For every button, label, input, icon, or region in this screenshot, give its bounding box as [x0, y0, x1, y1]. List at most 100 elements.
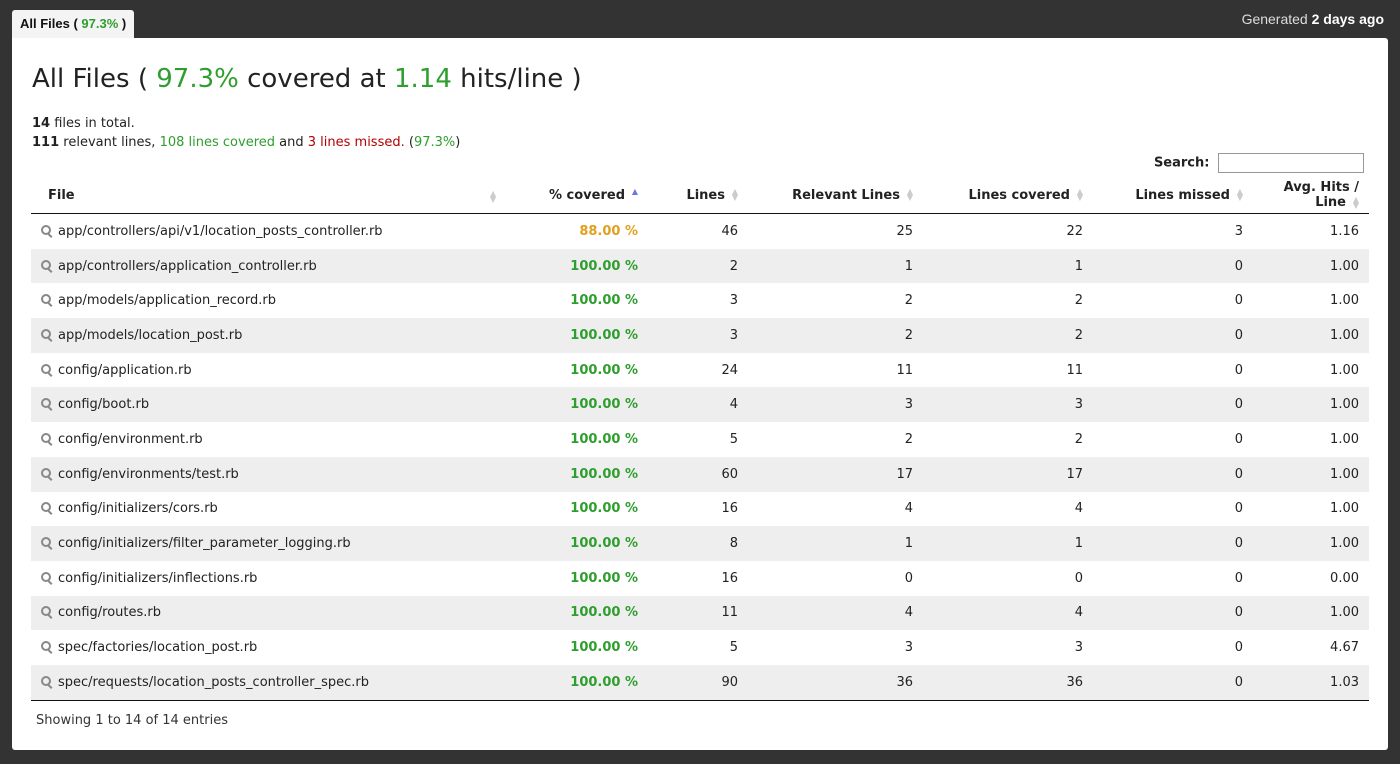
magnifier-icon[interactable]: [41, 363, 52, 375]
magnifier-icon[interactable]: [41, 467, 52, 479]
tab-all-files[interactable]: All Files ( 97.3% ): [12, 10, 135, 38]
files-text: files in total.: [54, 116, 135, 131]
magnifier-icon[interactable]: [41, 606, 52, 617]
file-link[interactable]: app/controllers/application_controller.r…: [58, 259, 317, 274]
table-row: app/models/application_record.rb 100.00 …: [31, 283, 1369, 318]
file-link[interactable]: config/boot.rb: [58, 397, 149, 412]
table-row: config/initializers/inflections.rb 100.0…: [31, 561, 1369, 596]
magnifier-icon[interactable]: [41, 502, 52, 513]
lines-cell: 4: [729, 397, 738, 413]
lines-cell: 24: [721, 362, 738, 378]
covered-cell: 1: [1074, 258, 1083, 274]
file-link[interactable]: app/controllers/api/v1/location_posts_co…: [58, 224, 383, 239]
magnifier-icon[interactable]: [41, 571, 52, 583]
file-link[interactable]: spec/factories/location_post.rb: [58, 640, 257, 655]
generated-prefix: Generated: [1241, 11, 1308, 27]
file-cell: config/application.rb: [31, 353, 508, 388]
covered-cell: 17: [1066, 466, 1083, 482]
column-header-missed[interactable]: Lines missed ▲ ▼: [1093, 177, 1253, 214]
percent-cell: 100.00 %: [570, 362, 638, 378]
search-input[interactable]: [1218, 153, 1364, 173]
lines-cell: 3: [729, 327, 738, 343]
covered-cell: 3: [1074, 397, 1083, 413]
relevant-cell: 11: [896, 362, 913, 378]
file-link[interactable]: app/models/application_record.rb: [58, 293, 276, 308]
percent-cell: 100.00 %: [570, 640, 638, 656]
file-link[interactable]: config/initializers/inflections.rb: [58, 571, 257, 586]
lines-cell: 3: [729, 293, 738, 309]
avg-hits-cell: 1.00: [1330, 293, 1359, 309]
magnifier-icon[interactable]: [41, 259, 52, 271]
file-cell: spec/factories/location_post.rb: [31, 630, 508, 665]
magnifier-icon[interactable]: [41, 294, 52, 305]
lines-cell: 5: [729, 431, 738, 447]
tab-close-paren: ): [121, 16, 127, 31]
missed-cell: 0: [1234, 293, 1243, 309]
table-row: app/controllers/api/v1/location_posts_co…: [31, 214, 1369, 249]
file-cell: config/initializers/cors.rb: [31, 492, 508, 527]
magnifier-icon[interactable]: [41, 641, 52, 652]
percent-cell: 100.00 %: [508, 664, 648, 701]
avg-hits-cell: 1.00: [1330, 536, 1359, 552]
magnifier-icon[interactable]: [41, 537, 52, 548]
lines-cell: 60: [721, 466, 738, 482]
covered-cell: 3: [1074, 640, 1083, 656]
column-header-covered[interactable]: Lines covered ▲ ▼: [923, 177, 1093, 214]
percent-cell: 100.00 %: [570, 327, 638, 343]
lines-cell: 90: [648, 664, 748, 701]
coverage-summary: 14 files in total. 111 relevant lines, 1…: [32, 114, 460, 152]
percent-cell: 100.00 %: [570, 258, 638, 274]
file-link[interactable]: config/initializers/filter_parameter_log…: [58, 536, 351, 551]
table-row: config/initializers/filter_parameter_log…: [31, 526, 1369, 561]
lines-cell: 16: [721, 501, 738, 517]
relevant-cell: 2: [904, 431, 913, 447]
magnifier-icon[interactable]: [41, 675, 52, 687]
file-link[interactable]: app/models/location_post.rb: [58, 328, 242, 343]
missed-cell: 0: [1234, 431, 1243, 447]
page-title: All Files ( 97.3% covered at 1.14 hits/l…: [32, 64, 582, 94]
file-cell: spec/requests/location_posts_controller_…: [31, 664, 508, 701]
relevant-cell: 17: [896, 466, 913, 482]
magnifier-icon[interactable]: [41, 328, 52, 340]
percent-cell: 100.00 %: [570, 431, 638, 447]
magnifier-icon[interactable]: [41, 432, 52, 444]
file-link[interactable]: config/environments/test.rb: [58, 467, 239, 482]
table-row: app/controllers/application_controller.r…: [31, 248, 1369, 284]
file-link[interactable]: config/environment.rb: [58, 432, 203, 447]
file-link[interactable]: config/application.rb: [58, 363, 192, 378]
lines-cell: 11: [721, 605, 738, 621]
column-header-avg-hits[interactable]: Avg. Hits / Line ▲ ▼: [1253, 177, 1369, 214]
missed-cell: 0: [1234, 258, 1243, 274]
avg-hits-cell: 1.00: [1330, 258, 1359, 274]
covered-cell: 11: [1066, 362, 1083, 378]
missed-cell: 0: [1234, 501, 1243, 517]
column-header-relevant[interactable]: Relevant Lines ▲ ▼: [748, 177, 923, 214]
percent-cell: 88.00 %: [579, 223, 638, 239]
column-header-file[interactable]: File ▲ ▼: [31, 177, 508, 214]
top-bar: All Files ( 97.3% ) Generated 2 days ago: [0, 0, 1400, 38]
covered-cell: 1: [1074, 536, 1083, 552]
file-cell: config/environments/test.rb: [31, 457, 508, 492]
relevant-text: relevant lines,: [63, 135, 156, 150]
column-header-lines[interactable]: Lines ▲ ▼: [648, 177, 748, 214]
avg-hits-cell: 1.00: [1330, 327, 1359, 343]
missed-cell: 0: [1234, 605, 1243, 621]
column-header-percent[interactable]: % covered▲▼: [508, 177, 648, 214]
covered-text: 108 lines covered: [159, 135, 276, 150]
coverage-panel: All Files ( 97.3% covered at 1.14 hits/l…: [12, 38, 1388, 750]
file-cell: config/boot.rb: [31, 387, 508, 422]
file-link[interactable]: spec/requests/location_posts_controller_…: [58, 675, 369, 690]
magnifier-icon[interactable]: [41, 398, 52, 409]
magnifier-icon[interactable]: [41, 224, 52, 236]
percent-cell: 100.00 %: [570, 605, 638, 621]
generated-info: Generated 2 days ago: [1242, 11, 1384, 27]
covered-cell: 36: [923, 664, 1093, 701]
file-link[interactable]: config/routes.rb: [58, 605, 161, 620]
file-link[interactable]: config/initializers/cors.rb: [58, 501, 218, 516]
missed-cell: 3: [1234, 223, 1243, 239]
sort-arrows-icon: ▲ ▼: [906, 187, 913, 202]
lines-cell: 5: [729, 640, 738, 656]
missed-text: 3 lines missed.: [307, 135, 405, 150]
relevant-cell: 1: [904, 258, 913, 274]
avg-hits-cell: 1.16: [1330, 223, 1359, 239]
